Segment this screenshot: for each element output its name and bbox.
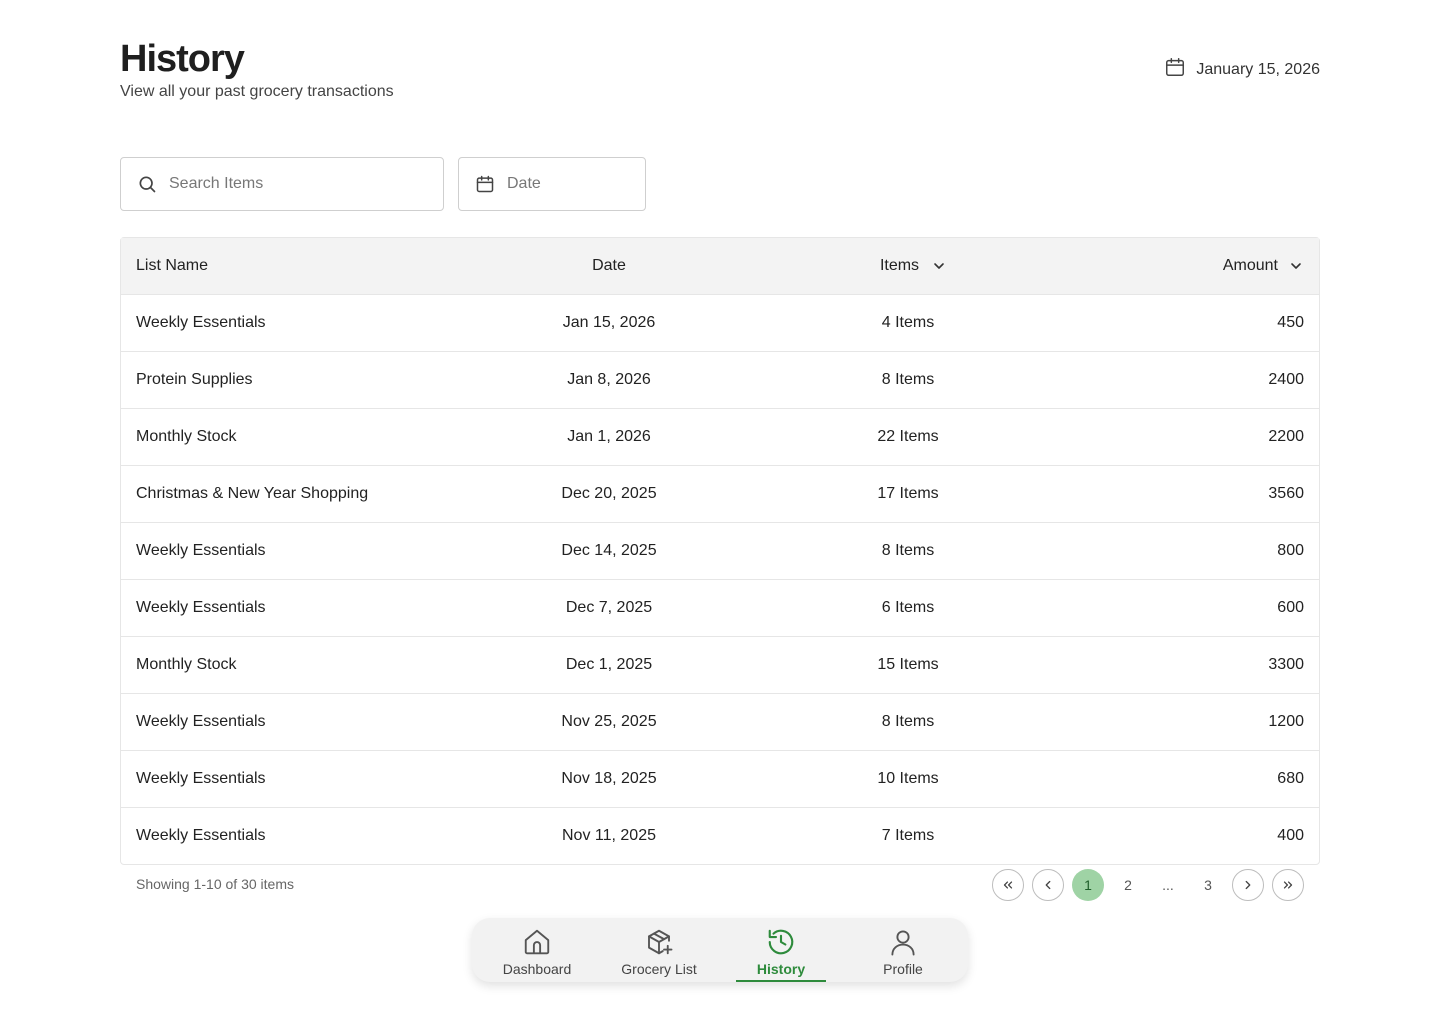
current-date-label: January 15, 2026 bbox=[1196, 60, 1320, 78]
cell-amount: 1200 bbox=[1268, 713, 1304, 730]
cell-list-name: Weekly Essentials bbox=[136, 827, 266, 844]
cell-date: Nov 18, 2025 bbox=[561, 770, 657, 787]
column-header-list-name: List Name bbox=[136, 257, 209, 274]
cell-date: Nov 25, 2025 bbox=[561, 713, 657, 730]
cell-list-name: Protein Supplies bbox=[136, 371, 253, 388]
cell-items: 8 Items bbox=[881, 542, 935, 559]
cell-date: Dec 14, 2025 bbox=[561, 542, 657, 559]
cell-list-name: Monthly Stock bbox=[136, 428, 237, 445]
cell-items: 15 Items bbox=[877, 656, 939, 673]
chevrons-left-icon bbox=[1003, 881, 1013, 889]
home-icon bbox=[524, 929, 550, 955]
cell-date: Nov 11, 2025 bbox=[562, 827, 656, 844]
search-icon bbox=[137, 174, 157, 194]
cell-list-name: Weekly Essentials bbox=[136, 713, 266, 730]
cell-date: Jan 1, 2026 bbox=[567, 428, 651, 445]
nav-item-history[interactable]: History bbox=[726, 918, 836, 982]
page-ellipsis: ... bbox=[1162, 877, 1174, 893]
date-filter[interactable] bbox=[458, 157, 646, 211]
column-header-amount-label: Amount bbox=[1222, 257, 1278, 274]
pagination: 1 2 ... 3 bbox=[992, 869, 1304, 901]
chevrons-right-icon bbox=[1283, 881, 1293, 889]
cell-items: 4 Items bbox=[881, 314, 935, 331]
bottom-nav: Dashboard Grocery List History Profile bbox=[472, 918, 968, 982]
table-row[interactable]: Weekly Essentials Nov 18, 2025 10 Items 680 bbox=[121, 750, 1319, 807]
chevron-down-icon bbox=[934, 263, 944, 269]
nav-label-dashboard: Dashboard bbox=[502, 961, 572, 977]
cell-date: Jan 8, 2026 bbox=[567, 371, 651, 388]
chevron-down-icon bbox=[1291, 263, 1301, 269]
search-input[interactable] bbox=[167, 174, 391, 194]
history-icon bbox=[768, 929, 794, 955]
cell-amount: 2200 bbox=[1268, 428, 1304, 445]
package-add-icon bbox=[648, 929, 673, 955]
page-title: History bbox=[120, 38, 245, 80]
table-row[interactable]: Christmas & New Year Shopping Dec 20, 202… bbox=[121, 465, 1319, 522]
cell-list-name: Weekly Essentials bbox=[136, 599, 266, 616]
page-button-2[interactable]: 2 bbox=[1112, 869, 1144, 901]
user-icon bbox=[891, 930, 915, 956]
cell-amount: 600 bbox=[1277, 599, 1304, 616]
cell-list-name: Weekly Essentials bbox=[136, 542, 266, 559]
cell-amount: 3560 bbox=[1268, 485, 1304, 502]
current-date: January 15, 2026 bbox=[1164, 56, 1320, 83]
cell-list-name: Weekly Essentials bbox=[136, 770, 266, 787]
search-field[interactable] bbox=[120, 157, 444, 211]
nav-item-grocery-list[interactable]: Grocery List bbox=[604, 918, 714, 982]
cell-items: 6 Items bbox=[881, 599, 935, 616]
table-row[interactable]: Weekly Essentials Nov 25, 2025 8 Items 1200 bbox=[121, 693, 1319, 750]
cell-amount: 680 bbox=[1277, 770, 1304, 787]
cell-amount: 450 bbox=[1277, 314, 1304, 331]
cell-items: 8 Items bbox=[881, 371, 935, 388]
chevron-right-icon bbox=[1245, 880, 1251, 890]
cell-date: Dec 20, 2025 bbox=[561, 485, 657, 502]
table-row[interactable]: Weekly Essentials Dec 14, 2025 8 Items 800 bbox=[121, 522, 1319, 579]
last-page-button[interactable] bbox=[1272, 869, 1304, 901]
column-header-items[interactable]: Items bbox=[737, 257, 1079, 275]
table-row[interactable]: Weekly Essentials Dec 7, 2025 6 Items 600 bbox=[121, 579, 1319, 636]
cell-amount: 3300 bbox=[1268, 656, 1304, 673]
table-row[interactable]: Weekly Essentials Nov 11, 2025 7 Items 400 bbox=[121, 807, 1319, 864]
nav-label-history: History bbox=[756, 961, 806, 977]
nav-label-grocery-list: Grocery List bbox=[621, 961, 697, 977]
cell-date: Dec 1, 2025 bbox=[565, 656, 653, 673]
previous-page-button[interactable] bbox=[1032, 869, 1064, 901]
cell-items: 22 Items bbox=[877, 428, 939, 445]
date-input[interactable] bbox=[505, 174, 629, 194]
history-table: List Name Date Items Amount Weekly Essen… bbox=[120, 237, 1320, 865]
column-header-items-label: Items bbox=[879, 257, 920, 274]
column-header-date: Date bbox=[592, 257, 626, 274]
nav-item-dashboard[interactable]: Dashboard bbox=[482, 918, 592, 982]
cell-list-name: Christmas & New Year Shopping bbox=[136, 485, 369, 502]
cell-amount: 400 bbox=[1277, 827, 1304, 844]
calendar-icon bbox=[475, 174, 495, 194]
cell-items: 8 Items bbox=[881, 713, 935, 730]
nav-item-profile[interactable]: Profile bbox=[848, 918, 958, 982]
nav-label-profile: Profile bbox=[883, 961, 923, 977]
chevron-left-icon bbox=[1045, 880, 1051, 890]
cell-items: 7 Items bbox=[881, 827, 935, 844]
page-button-1[interactable]: 1 bbox=[1072, 869, 1104, 901]
cell-list-name: Weekly Essentials bbox=[136, 314, 266, 331]
page-button-3[interactable]: 3 bbox=[1192, 869, 1224, 901]
cell-date: Jan 15, 2026 bbox=[562, 314, 656, 331]
cell-date: Dec 7, 2025 bbox=[565, 599, 653, 616]
cell-amount: 2400 bbox=[1268, 371, 1304, 388]
first-page-button[interactable] bbox=[992, 869, 1024, 901]
table-body: Weekly Essentials Jan 15, 2026 4 Items 450 P… bbox=[121, 294, 1319, 864]
table-header: List Name Date Items Amount bbox=[121, 238, 1319, 294]
next-page-button[interactable] bbox=[1232, 869, 1264, 901]
column-header-amount[interactable]: Amount bbox=[1079, 257, 1319, 275]
pagination-summary: Showing 1-10 of 30 items bbox=[136, 876, 294, 892]
table-row[interactable]: Monthly Stock Dec 1, 2025 15 Items 3300 bbox=[121, 636, 1319, 693]
cell-items: 10 Items bbox=[877, 770, 939, 787]
page-subtitle: View all your past grocery transactions bbox=[120, 83, 394, 100]
table-row[interactable]: Protein Supplies Jan 8, 2026 8 Items 2400 bbox=[121, 351, 1319, 408]
calendar-icon bbox=[1164, 56, 1186, 83]
table-row[interactable]: Monthly Stock Jan 1, 2026 22 Items 2200 bbox=[121, 408, 1319, 465]
cell-items: 17 Items bbox=[877, 485, 939, 502]
cell-list-name: Monthly Stock bbox=[136, 656, 237, 673]
cell-amount: 800 bbox=[1277, 542, 1304, 559]
table-row[interactable]: Weekly Essentials Jan 15, 2026 4 Items 450 bbox=[121, 294, 1319, 351]
